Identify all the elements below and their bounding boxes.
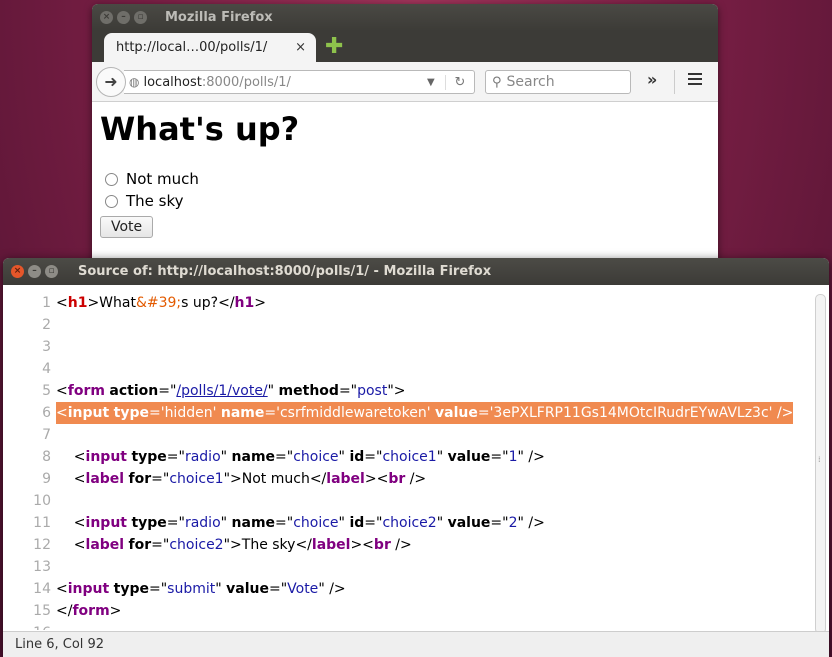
source-titlebar[interactable]: × – ▫ Source of: http://localhost:8000/p… [3, 258, 829, 285]
url-dropdown-icon[interactable]: ▼ [427, 77, 445, 88]
vertical-scrollbar[interactable]: ⁞ [815, 294, 826, 634]
tab-title: http://local…00/polls/1/ [116, 40, 268, 55]
page-heading: What's up? [100, 110, 300, 148]
code-line: 3 [42, 339, 51, 355]
code-line: 11 <input type="radio" name="choice" id=… [33, 515, 545, 531]
code-line: 12 <label for="choice2">The sky</label><… [33, 537, 412, 553]
minimize-icon[interactable]: – [28, 265, 41, 278]
cursor-position: Line 6, Col 92 [15, 637, 105, 652]
toolbar-divider [674, 70, 675, 94]
radio-choice-1[interactable] [105, 172, 118, 186]
close-icon[interactable]: × [100, 11, 113, 24]
code-line: 8 <input type="radio" name="choice" id="… [42, 449, 545, 465]
maximize-icon[interactable]: ▫ [45, 265, 58, 278]
code-line: 1 <h1>What&#39;s up?</h1> [42, 295, 266, 311]
page-content: What's up? Not much The sky Vote [92, 110, 718, 238]
choice-label-1[interactable]: Not much [126, 170, 199, 188]
vote-button[interactable]: Vote [100, 216, 154, 238]
form-action-link[interactable]: /polls/1/vote/ [176, 383, 267, 399]
url-text[interactable]: localhost:8000/polls/1/ [143, 75, 427, 90]
search-input[interactable]: ⚲ Search [485, 70, 631, 94]
tab-polls[interactable]: http://local…00/polls/1/ × [104, 33, 316, 62]
back-arrow-icon: ➜ [104, 72, 118, 91]
search-placeholder: Search [506, 74, 555, 90]
back-button[interactable]: ➜ [96, 67, 126, 97]
choice-row-2[interactable]: The sky [105, 190, 710, 212]
status-bar: Line 6, Col 92 [3, 631, 829, 657]
source-code[interactable]: 1 <h1>What&#39;s up?</h1> 2 3 4 5 <form ac… [3, 292, 815, 630]
code-line: 16 [3, 622, 815, 630]
close-icon[interactable]: × [11, 265, 24, 278]
radio-choice-2[interactable] [105, 194, 118, 208]
source-window-title: Source of: http://localhost:8000/polls/1… [78, 264, 492, 279]
code-line-highlighted: 6 <input type='hidden' name='csrfmiddlewa… [3, 402, 815, 424]
choice-row-1[interactable]: Not much [105, 168, 710, 190]
code-line: 7 [42, 427, 51, 443]
code-line: 10 [33, 493, 51, 509]
hamburger-menu-icon[interactable] [688, 73, 702, 88]
code-line: 14 <input type="submit" value="Vote" /> [33, 581, 346, 597]
overflow-chevron-icon[interactable]: » [647, 70, 657, 89]
code-line: 9 <label for="choice1">Not much</label><… [42, 471, 427, 487]
globe-icon: ◍ [129, 75, 140, 89]
code-line: 15 </form> [33, 603, 122, 619]
scroll-grip-icon: ⁞ [818, 455, 821, 464]
nav-toolbar: ◍ localhost:8000/polls/1/ ▼ ↻ ➜ ⚲ Search… [92, 62, 718, 102]
code-line: 5 <form action="/polls/1/vote/" method="p… [42, 383, 406, 399]
code-line: 2 [42, 317, 51, 333]
source-window: × – ▫ Source of: http://localhost:8000/p… [3, 258, 829, 657]
maximize-icon[interactable]: ▫ [134, 11, 147, 24]
tab-close-icon[interactable]: × [295, 40, 306, 55]
browser-titlebar[interactable]: × – ▫ Mozilla Firefox [92, 4, 718, 31]
code-line: 13 [33, 559, 51, 575]
code-line: 4 [42, 361, 51, 377]
tab-strip: http://local…00/polls/1/ × ✚ [92, 31, 718, 62]
search-icon: ⚲ [492, 74, 502, 90]
minimize-icon[interactable]: – [117, 11, 130, 24]
new-tab-icon[interactable]: ✚ [325, 34, 343, 59]
choice-label-2[interactable]: The sky [126, 192, 184, 210]
window-title: Mozilla Firefox [165, 10, 273, 25]
url-bar[interactable]: ◍ localhost:8000/polls/1/ ▼ ↻ [124, 70, 475, 94]
reload-icon[interactable]: ↻ [445, 74, 474, 90]
